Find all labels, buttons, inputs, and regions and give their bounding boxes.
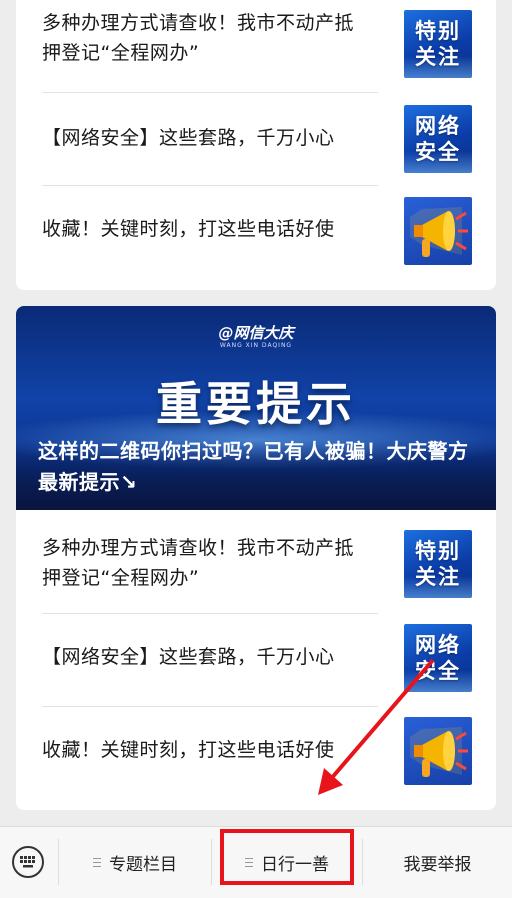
list-item[interactable]: 多种办理方式请查收！我市不动产抵押登记“全程网办” 特别 关注 bbox=[42, 521, 472, 614]
menu-label: 我要举报 bbox=[403, 854, 472, 875]
article-card-top: 多种办理方式请查收！我市不动产抵押登记“全程网办” 特别 关注 【网络安全】这些… bbox=[16, 0, 496, 290]
thumbnail-network-security[interactable]: 网络 安全 bbox=[404, 105, 472, 173]
thumb-text: 安全 bbox=[415, 140, 461, 164]
thumb-text: 特别 bbox=[415, 539, 461, 563]
thumb-text: 关注 bbox=[415, 45, 461, 69]
thumbnail-special-attention[interactable]: 特别 关注 bbox=[404, 10, 472, 78]
megaphone-icon[interactable] bbox=[404, 717, 472, 785]
list-item[interactable]: 收藏！关键时刻，打这些电话好使 bbox=[42, 707, 472, 800]
banner-image[interactable]: @网信大庆 WANG XIN DAQING 重要提示 这样的二维码你扫过吗？已有… bbox=[16, 306, 496, 510]
banner-headline: 重要提示 bbox=[156, 377, 356, 431]
thumbnail-network-security[interactable]: 网络 安全 bbox=[404, 624, 472, 692]
article-title[interactable]: 多种办理方式请查收！我市不动产抵押登记“全程网办” bbox=[42, 533, 372, 593]
thumb-text: 网络 bbox=[415, 114, 461, 138]
menu-label: 专题栏目 bbox=[109, 854, 177, 875]
thumb-text: 关注 bbox=[415, 565, 461, 589]
thumbnail-special-attention[interactable]: 特别 关注 bbox=[404, 530, 472, 598]
brand-logo: @网信大庆 bbox=[218, 324, 294, 342]
article-title[interactable]: 【网络安全】这些套路，千万小心 bbox=[42, 123, 372, 153]
article-title[interactable]: 【网络安全】这些套路，千万小心 bbox=[42, 642, 372, 672]
list-item[interactable]: 【网络安全】这些套路，千万小心 网络 安全 bbox=[42, 93, 472, 186]
megaphone-icon[interactable] bbox=[404, 197, 472, 265]
article-title[interactable]: 收藏！关键时刻，打这些电话好使 bbox=[42, 214, 372, 244]
annotation-highlight-box bbox=[220, 829, 354, 885]
thumb-text: 安全 bbox=[415, 659, 461, 683]
menu-special-topics[interactable]: 专题栏目 bbox=[59, 827, 211, 897]
menu-lines-icon bbox=[93, 857, 101, 867]
article-title[interactable]: 多种办理方式请查收！我市不动产抵押登记“全程网办” bbox=[42, 8, 372, 68]
thumb-text: 特别 bbox=[415, 19, 461, 43]
thumb-text: 网络 bbox=[415, 633, 461, 657]
list-item[interactable]: 【网络安全】这些套路，千万小心 网络 安全 bbox=[42, 614, 472, 707]
article-title[interactable]: 收藏！关键时刻，打这些电话好使 bbox=[42, 735, 372, 765]
banner-caption[interactable]: 这样的二维码你扫过吗？已有人被骗！大庆警方最新提示↘ bbox=[38, 436, 478, 498]
list-item[interactable]: 收藏！关键时刻，打这些电话好使 bbox=[42, 186, 472, 279]
menu-report[interactable]: 我要举报 bbox=[363, 827, 512, 897]
brand-logo-sub: WANG XIN DAQING bbox=[219, 342, 293, 349]
keyboard-icon[interactable] bbox=[12, 846, 44, 878]
list-item[interactable]: 多种办理方式请查收！我市不动产抵押登记“全程网办” 特别 关注 bbox=[42, 0, 472, 93]
article-card: @网信大庆 WANG XIN DAQING 重要提示 这样的二维码你扫过吗？已有… bbox=[16, 306, 496, 810]
